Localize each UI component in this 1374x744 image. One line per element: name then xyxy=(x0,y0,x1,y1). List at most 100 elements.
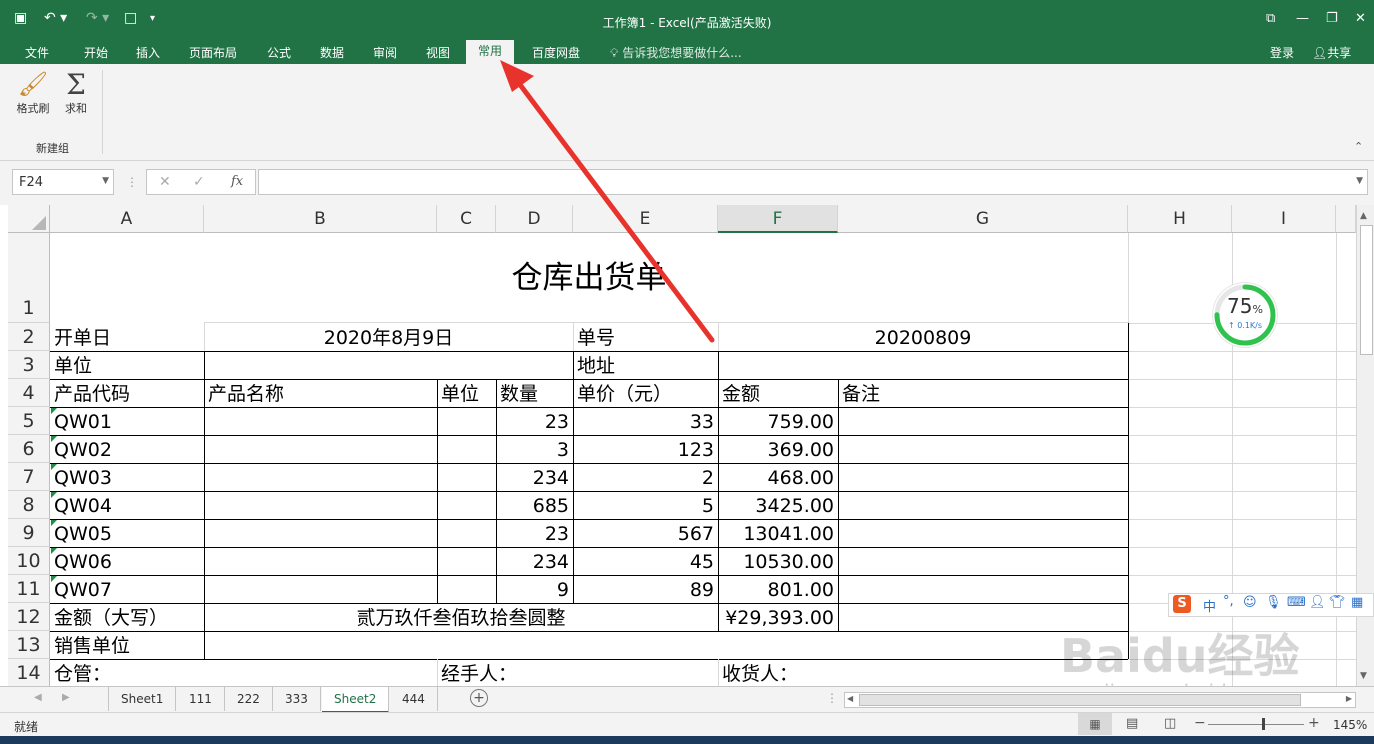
sign-in-link[interactable]: 登录 xyxy=(1270,44,1294,61)
cell-b4[interactable]: 产品名称 xyxy=(208,385,284,404)
cell-price[interactable]: 2 xyxy=(573,469,714,488)
cell-amount[interactable]: 369.00 xyxy=(718,441,834,460)
cell-e4[interactable]: 单价（元） xyxy=(577,385,672,404)
select-all-corner[interactable] xyxy=(8,205,50,233)
tab-data[interactable]: 数据 xyxy=(320,44,344,61)
error-indicator-icon[interactable] xyxy=(51,548,57,554)
cell-code[interactable]: QW04 xyxy=(54,497,112,516)
next-sheet-icon[interactable]: ▶ xyxy=(62,692,70,703)
cell-amount[interactable]: 10530.00 xyxy=(718,553,834,572)
column-header-g[interactable]: G xyxy=(838,205,1128,233)
cell-qty[interactable]: 9 xyxy=(496,581,569,600)
tab-home[interactable]: 开始 xyxy=(84,44,108,61)
cell-c14[interactable]: 经手人： xyxy=(441,665,517,684)
cell-price[interactable]: 33 xyxy=(573,413,714,432)
column-header-i[interactable]: I xyxy=(1232,205,1336,233)
cell-c4[interactable]: 单位 xyxy=(441,385,479,404)
sogou-logo-icon[interactable]: S xyxy=(1173,595,1191,613)
ribbon-display-icon[interactable]: ⧉ xyxy=(1266,11,1275,26)
cell-amount[interactable]: 468.00 xyxy=(718,469,834,488)
toolbox-icon[interactable]: ▦ xyxy=(1351,595,1363,610)
scroll-up-icon[interactable]: ▲ xyxy=(1360,211,1367,221)
scroll-down-icon[interactable]: ▼ xyxy=(1360,671,1367,681)
row-header-8[interactable]: 8 xyxy=(8,491,50,519)
column-header-e[interactable]: E xyxy=(573,205,718,233)
normal-view-icon[interactable]: ▦ xyxy=(1078,713,1112,735)
row-header-3[interactable]: 3 xyxy=(8,351,50,379)
cell-a2[interactable]: 开单日 xyxy=(54,329,111,348)
share-button[interactable]: 👤︎共享 xyxy=(1312,44,1351,61)
tab-review[interactable]: 审阅 xyxy=(373,44,397,61)
row-header-13[interactable]: 13 xyxy=(8,631,50,659)
tab-file[interactable]: 文件 xyxy=(25,44,49,61)
cell-e2[interactable]: 单号 xyxy=(577,329,615,348)
cell-code[interactable]: QW03 xyxy=(54,469,112,488)
error-indicator-icon[interactable] xyxy=(51,520,57,526)
cell-qty[interactable]: 234 xyxy=(496,553,569,572)
cell-qty[interactable]: 23 xyxy=(496,525,569,544)
column-header-d[interactable]: D xyxy=(496,205,573,233)
sheet-tab-222[interactable]: 222 xyxy=(225,687,273,711)
cell-code[interactable]: QW01 xyxy=(54,413,112,432)
row-header-12[interactable]: 12 xyxy=(8,603,50,631)
cell-price[interactable]: 89 xyxy=(573,581,714,600)
tell-me-box[interactable]: 💡︎ 告诉我您想要做什么... xyxy=(610,44,742,61)
cell-amount[interactable]: 801.00 xyxy=(718,581,834,600)
cell-amount[interactable]: 759.00 xyxy=(718,413,834,432)
error-indicator-icon[interactable] xyxy=(51,464,57,470)
cell-code[interactable]: QW06 xyxy=(54,553,112,572)
scroll-right-icon[interactable]: ▶ xyxy=(1346,694,1352,703)
page-layout-view-icon[interactable]: ▤ xyxy=(1126,716,1138,731)
tab-view[interactable]: 视图 xyxy=(426,44,450,61)
scrollbar-thumb[interactable] xyxy=(1360,225,1373,355)
new-sheet-icon[interactable]: + xyxy=(470,689,488,707)
ime-mode[interactable]: 中 xyxy=(1203,596,1216,615)
close-icon[interactable]: ✕ xyxy=(1355,11,1366,26)
cell-f4[interactable]: 金额 xyxy=(722,385,760,404)
column-header-h[interactable]: H xyxy=(1128,205,1232,233)
horizontal-scrollbar[interactable]: ◀ ▶ xyxy=(844,692,1356,708)
zoom-slider[interactable] xyxy=(1208,724,1304,725)
tab-page-layout[interactable]: 页面布局 xyxy=(189,44,237,61)
cell-price[interactable]: 5 xyxy=(573,497,714,516)
sheet-tab-sheet1[interactable]: Sheet1 xyxy=(109,687,177,711)
cancel-icon[interactable]: ✕ xyxy=(159,174,171,190)
cell-b12[interactable]: 贰万玖仟叁佰玖拾叁圆整 xyxy=(204,609,718,628)
cell-f2[interactable]: 20200809 xyxy=(718,329,1128,348)
row-header-6[interactable]: 6 xyxy=(8,435,50,463)
formula-input[interactable]: ▼ xyxy=(258,169,1368,195)
error-indicator-icon[interactable] xyxy=(51,408,57,414)
column-header-c[interactable]: C xyxy=(437,205,496,233)
cell-qty[interactable]: 685 xyxy=(496,497,569,516)
cell-a14[interactable]: 仓管： xyxy=(54,665,111,684)
cell-price[interactable]: 123 xyxy=(573,441,714,460)
tab-common[interactable]: 常用 xyxy=(466,40,515,64)
cell-price[interactable]: 567 xyxy=(573,525,714,544)
cell-b2[interactable]: 2020年8月9日 xyxy=(204,329,573,348)
skin-icon[interactable]: 👕︎ xyxy=(1329,595,1346,610)
name-box[interactable]: F24 ▼ xyxy=(12,169,114,195)
sheet-title[interactable]: 仓库出货单 xyxy=(50,263,1128,294)
zoom-level[interactable]: 145% xyxy=(1333,718,1367,732)
column-header-j[interactable] xyxy=(1336,205,1356,233)
cell-a4[interactable]: 产品代码 xyxy=(54,385,130,404)
cell-qty[interactable]: 3 xyxy=(496,441,569,460)
chevron-down-icon[interactable]: ▼ xyxy=(102,176,109,186)
cell-a3[interactable]: 单位 xyxy=(54,357,92,376)
punctuation-icon[interactable]: °, xyxy=(1223,594,1234,609)
zoom-slider-thumb[interactable] xyxy=(1262,718,1266,730)
keyboard-icon[interactable]: ⌨ xyxy=(1287,595,1306,610)
emoji-icon[interactable]: ☺ xyxy=(1243,595,1257,610)
sheet-tab-sheet2[interactable]: Sheet2 xyxy=(322,687,390,713)
cell-code[interactable]: QW02 xyxy=(54,441,112,460)
cell-f12[interactable]: ¥29,393.00 xyxy=(718,609,834,628)
cell-qty[interactable]: 234 xyxy=(496,469,569,488)
cell-code[interactable]: QW07 xyxy=(54,581,112,600)
user-icon[interactable]: 👤︎ xyxy=(1309,595,1326,610)
enter-icon[interactable]: ✓ xyxy=(193,174,205,190)
tab-baidu-netdisk[interactable]: 百度网盘 xyxy=(532,44,580,61)
row-header-14[interactable]: 14 xyxy=(8,659,50,686)
cell-g4[interactable]: 备注 xyxy=(842,385,880,404)
zoom-out-icon[interactable]: − xyxy=(1194,715,1206,731)
previous-sheet-icon[interactable]: ◀ xyxy=(34,692,42,703)
